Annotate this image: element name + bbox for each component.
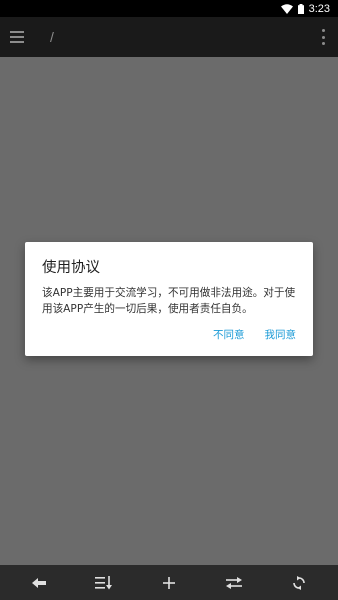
wifi-icon <box>280 3 293 14</box>
more-vert-icon[interactable] <box>322 29 326 45</box>
battery-icon <box>297 3 304 14</box>
swap-icon <box>226 576 243 589</box>
current-path: / <box>50 29 54 45</box>
hamburger-menu-icon[interactable] <box>10 17 32 57</box>
dialog-actions: 不同意 我同意 <box>213 327 296 342</box>
back-button[interactable] <box>17 565 61 600</box>
dialog-title: 使用协议 <box>42 260 100 276</box>
status-time: 3:23 <box>308 2 330 15</box>
swap-button[interactable] <box>212 565 256 600</box>
disagree-button[interactable]: 不同意 <box>213 327 245 342</box>
refresh-icon <box>292 575 306 590</box>
plus-icon <box>162 576 175 589</box>
sort-button[interactable] <box>82 565 126 600</box>
arrow-left-icon <box>31 577 46 589</box>
status-bar: 3:23 <box>0 0 338 17</box>
bottom-toolbar <box>0 565 338 600</box>
refresh-button[interactable] <box>277 565 321 600</box>
app-bar: / <box>0 17 338 57</box>
agreement-dialog: 使用协议 该APP主要用于交流学习，不可用做非法用途。对于使用该APP产生的一切… <box>25 242 313 356</box>
sort-icon <box>94 575 113 590</box>
add-button[interactable] <box>147 565 191 600</box>
dialog-message: 该APP主要用于交流学习，不可用做非法用途。对于使用该APP产生的一切后果，使用… <box>42 287 296 315</box>
agree-button[interactable]: 我同意 <box>265 327 297 342</box>
status-icons: 3:23 <box>280 2 330 15</box>
